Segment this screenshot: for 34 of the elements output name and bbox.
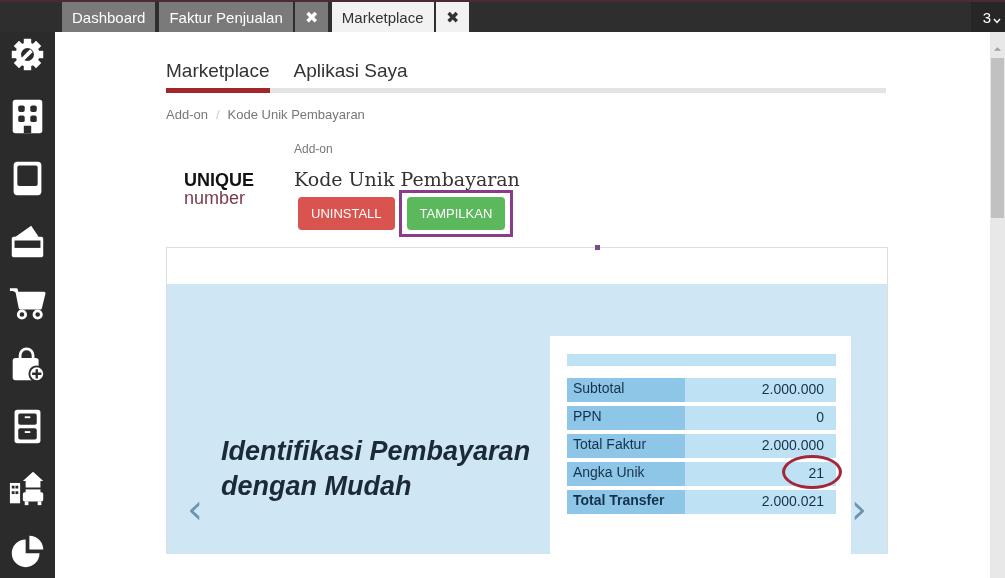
summary-label: Total Transfer: [566, 490, 685, 514]
window-tab[interactable]: Dashboard: [62, 2, 156, 32]
show-button[interactable]: TAMPILKAN: [406, 197, 506, 230]
breadcrumb-item: Kode Unik Pembayaran: [227, 107, 365, 122]
close-tab-button[interactable]: ✖: [435, 2, 469, 32]
next-slide-button[interactable]: ›: [851, 486, 867, 532]
slide-headline: Identifikasi Pembayaran dengan Mudah: [221, 434, 532, 503]
window-tab[interactable]: Marketplace: [331, 2, 434, 32]
resize-handle[interactable]: [595, 245, 600, 250]
breadcrumb-item[interactable]: Add-on: [166, 107, 208, 122]
close-tab-button[interactable]: ✖: [294, 2, 328, 32]
previous-slide-button[interactable]: ‹: [187, 486, 203, 532]
uninstall-button[interactable]: UNINSTALL: [298, 197, 395, 230]
summary-label: Subtotal: [566, 378, 685, 402]
scroll-thumb[interactable]: [991, 58, 1004, 218]
tab-counter[interactable]: 3: [970, 2, 1005, 32]
addon-title: Kode Unik Pembayaran: [294, 168, 520, 190]
addon-logo: UNIQUE number: [183, 172, 254, 207]
summary-value: 2.000.000: [684, 434, 836, 458]
gear-icon[interactable]: [9, 36, 46, 73]
summary-value: 2.000.000: [684, 378, 836, 402]
scrollbar[interactable]: [990, 32, 1005, 578]
breadcrumb-separator: /: [215, 107, 220, 122]
summary-label: Angka Unik: [566, 462, 685, 486]
summary-value: 0: [684, 406, 836, 430]
summary-label: Total Faktur: [566, 434, 685, 458]
caret-icon: [993, 18, 1001, 24]
window-tab[interactable]: Faktur Penjualan: [159, 2, 293, 32]
addon-category: Add-on: [294, 142, 333, 156]
building-house-car-icon[interactable]: [9, 470, 46, 507]
nav-tab[interactable]: Marketplace: [166, 60, 270, 93]
summary-value: 2.000.021: [684, 490, 836, 514]
nav-tab[interactable]: Aplikasi Saya: [293, 60, 408, 93]
summary-label: PPN: [566, 406, 685, 430]
